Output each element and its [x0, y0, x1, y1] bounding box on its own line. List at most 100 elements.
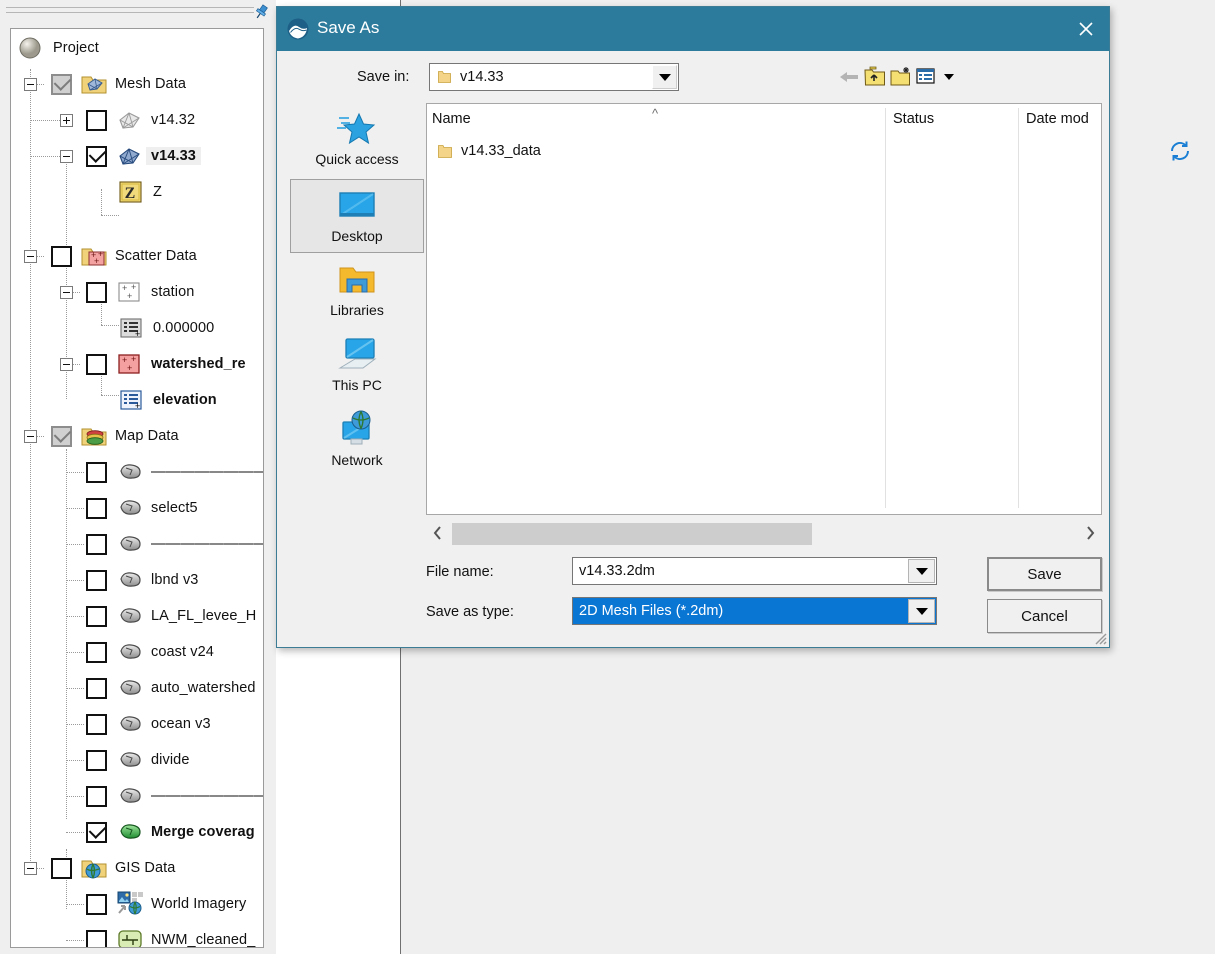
tree-node-coverage[interactable]: auto_watershed [11, 673, 263, 703]
tree-node-coverage[interactable]: LA_FL_levee_H [11, 601, 263, 631]
tree-node-coverage[interactable]: lbnd v3 [11, 565, 263, 595]
checkbox-unchecked[interactable] [51, 246, 72, 267]
tree-node-label: 0.000000 [153, 320, 214, 336]
chevron-right-icon[interactable] [1082, 524, 1098, 552]
place-network[interactable]: Network [290, 404, 424, 478]
checkbox-unchecked[interactable] [86, 894, 107, 915]
cancel-button[interactable]: Cancel [987, 599, 1102, 633]
place-libraries[interactable]: Libraries [290, 254, 424, 328]
tree-node-v1433[interactable]: v14.33 [11, 141, 263, 171]
checkbox-checked[interactable] [86, 146, 107, 167]
checkbox-checked[interactable] [51, 74, 72, 95]
column-divider[interactable] [1018, 108, 1019, 508]
tree-node-z-dataset[interactable]: Z Z [11, 177, 263, 207]
checkbox-unchecked[interactable] [86, 110, 107, 131]
checkbox-unchecked[interactable] [86, 714, 107, 735]
column-divider[interactable] [885, 108, 886, 508]
folder-icon [438, 144, 452, 159]
new-folder-icon[interactable] [889, 65, 913, 89]
horizontal-scrollbar[interactable] [426, 519, 1102, 549]
checkbox-unchecked[interactable] [86, 282, 107, 303]
place-desktop[interactable]: Desktop [290, 179, 424, 253]
expander-minus-icon[interactable] [60, 150, 73, 163]
checkbox-unchecked[interactable] [86, 750, 107, 771]
places-bar: Quick access Desktop Libraries [290, 103, 424, 515]
checkbox-unchecked[interactable] [86, 534, 107, 555]
expander-minus-icon[interactable] [24, 78, 37, 91]
expander-minus-icon[interactable] [60, 286, 73, 299]
checkbox-checked[interactable] [51, 426, 72, 447]
tree-node-project[interactable]: Project [11, 33, 263, 63]
scrollbar-thumb[interactable] [452, 523, 812, 545]
tree-node-label: coast v24 [151, 644, 214, 660]
chevron-down-icon[interactable] [937, 65, 961, 89]
pushpin-icon[interactable] [252, 3, 270, 21]
tree-node-coverage[interactable]: ocean v3 [11, 709, 263, 739]
close-icon[interactable] [1063, 7, 1109, 51]
chevron-down-icon[interactable] [908, 559, 935, 583]
file-list[interactable]: Name ^ Status Date mod v14.33_data 11/9/… [426, 103, 1102, 515]
column-header-name[interactable]: Name [432, 111, 471, 127]
tree-node-label: select5 [151, 500, 198, 516]
place-this-pc[interactable]: This PC [290, 329, 424, 403]
checkbox-checked[interactable] [86, 822, 107, 843]
tree-node-watershed[interactable]: +++ watershed_re [11, 349, 263, 379]
coverage-gray-icon [117, 749, 143, 773]
checkbox-unchecked[interactable] [86, 930, 107, 948]
tree-node-coverage[interactable]: select5 [11, 493, 263, 523]
checkbox-unchecked[interactable] [86, 606, 107, 627]
place-quick-access[interactable]: Quick access [290, 103, 424, 177]
libraries-folder-icon [335, 257, 379, 301]
checkbox-unchecked[interactable] [86, 570, 107, 591]
save-in-combo[interactable]: v14.33 [429, 63, 679, 91]
project-tree[interactable]: Project Mesh Data [10, 28, 264, 948]
checkbox-unchecked[interactable] [86, 678, 107, 699]
tree-node-coverage[interactable]: coast v24 [11, 637, 263, 667]
coverage-gray-icon [117, 533, 143, 557]
column-header-status[interactable]: Status [893, 111, 934, 127]
expander-minus-icon[interactable] [24, 430, 37, 443]
expander-plus-icon[interactable] [60, 114, 73, 127]
tree-node-coverage[interactable]: ————————— [11, 529, 263, 559]
tree-node-label: watershed_re [151, 356, 246, 372]
tree-node-elevation[interactable]: + elevation [11, 385, 263, 415]
column-header-date[interactable]: Date mod [1026, 111, 1089, 127]
tree-node-coverage[interactable]: ————————— [11, 781, 263, 811]
tree-node-label: ————————— [151, 536, 264, 552]
tree-node-gis-data[interactable]: GIS Data [11, 853, 263, 883]
tree-node-coverage[interactable]: ————————— [11, 457, 263, 487]
back-icon[interactable] [837, 65, 861, 89]
file-name-input[interactable]: v14.33.2dm [572, 557, 937, 585]
tree-node-coverage[interactable]: divide [11, 745, 263, 775]
save-as-type-select[interactable]: 2D Mesh Files (*.2dm) [572, 597, 937, 625]
views-icon[interactable] [915, 65, 939, 89]
tree-node-v1432[interactable]: v14.32 [11, 105, 263, 135]
chevron-left-icon[interactable] [430, 524, 446, 552]
dialog-titlebar[interactable]: Save As [277, 7, 1109, 51]
checkbox-unchecked[interactable] [51, 858, 72, 879]
tree-node-dataset-zero[interactable]: + 0.000000 [11, 313, 263, 343]
tree-node-scatter-data[interactable]: +++ Scatter Data [11, 241, 263, 271]
tree-node-mesh-data[interactable]: Mesh Data [11, 69, 263, 99]
checkbox-unchecked[interactable] [86, 498, 107, 519]
tree-node-nwm-shapefile[interactable]: NWM_cleaned_ [11, 925, 263, 948]
tree-node-map-data[interactable]: Map Data [11, 421, 263, 451]
table-row[interactable]: v14.33_data 11/9/202 [427, 136, 1101, 166]
expander-minus-icon[interactable] [60, 358, 73, 371]
resize-grip-icon[interactable] [1091, 629, 1107, 645]
checkbox-unchecked[interactable] [86, 786, 107, 807]
checkbox-unchecked[interactable] [86, 354, 107, 375]
expander-minus-icon[interactable] [24, 862, 37, 875]
map-folder-icon [81, 424, 107, 448]
save-as-dialog: Save As Save in: v14.33 [276, 6, 1110, 648]
tree-node-world-imagery[interactable]: World Imagery [11, 889, 263, 919]
checkbox-unchecked[interactable] [86, 642, 107, 663]
tree-node-merge-coverage[interactable]: Merge coverag [11, 817, 263, 847]
chevron-down-icon[interactable] [652, 65, 677, 89]
checkbox-unchecked[interactable] [86, 462, 107, 483]
save-button[interactable]: Save [987, 557, 1102, 591]
up-folder-icon[interactable] [863, 65, 887, 89]
expander-minus-icon[interactable] [24, 250, 37, 263]
tree-node-station[interactable]: +++ station [11, 277, 263, 307]
chevron-down-icon[interactable] [908, 599, 935, 623]
